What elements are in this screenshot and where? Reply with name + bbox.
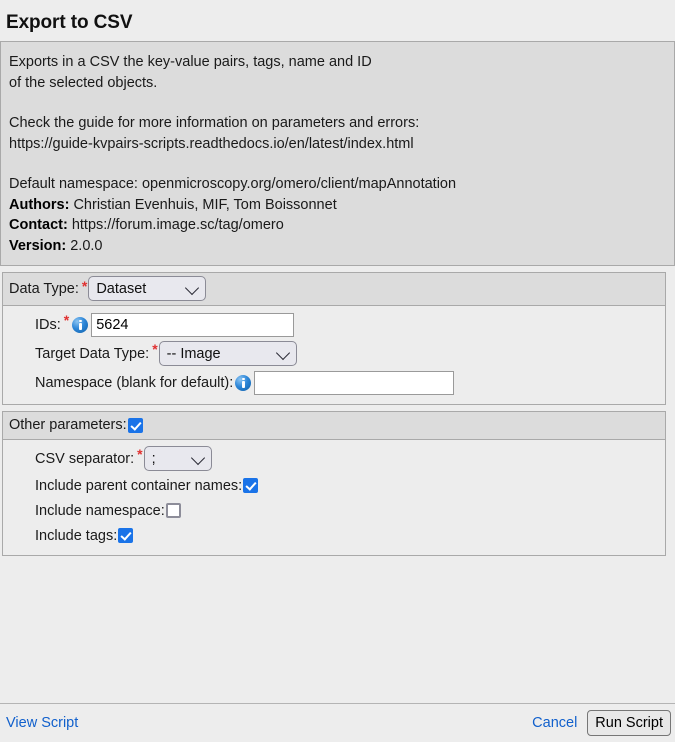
other-parameters-checkbox[interactable]	[127, 417, 143, 433]
version-line: Version: 2.0.0	[9, 236, 666, 257]
include-namespace-label: Include namespace:	[35, 502, 165, 519]
csv-separator-select[interactable]: ;	[143, 446, 212, 471]
required-marker: *	[81, 278, 88, 294]
data-type-panel: Data Type: * Dataset IDs: * Target Data …	[2, 272, 666, 405]
authors-line: Authors: Christian Evenhuis, MIF, Tom Bo…	[9, 195, 666, 216]
other-parameters-panel: Other parameters: CSV separator: * ; Inc…	[2, 411, 666, 556]
contact-line: Contact: https://forum.image.sc/tag/omer…	[9, 215, 666, 236]
data-type-panel-body: IDs: * Target Data Type: * -- Image Name…	[3, 306, 665, 404]
ids-input[interactable]	[91, 312, 295, 337]
data-type-select[interactable]: Dataset	[88, 276, 207, 301]
include-parent-checkbox[interactable]	[243, 478, 259, 493]
description-guide-line: Check the guide for more information on …	[9, 115, 420, 131]
ids-row: IDs: *	[9, 310, 659, 339]
csv-separator-label: CSV separator:	[35, 450, 135, 467]
description-line-2: of the selected objects.	[9, 74, 158, 91]
view-script-link[interactable]: View Script	[6, 715, 78, 731]
other-parameters-label: Other parameters:	[9, 417, 127, 433]
footer-bar: View Script Cancel Run Script	[0, 704, 675, 742]
target-required-marker: *	[152, 341, 158, 357]
run-script-button[interactable]: Run Script	[587, 710, 671, 736]
csv-separator-required-marker: *	[137, 446, 143, 462]
csv-separator-select-wrap[interactable]: ;	[143, 446, 212, 471]
page-title: Export to CSV	[6, 12, 133, 33]
authors-label: Authors:	[9, 196, 70, 213]
description-guide-url: https://guide-kvpairs-scripts.readthedoc…	[9, 135, 414, 152]
namespace-label: Namespace (blank for default):	[35, 374, 234, 391]
info-icon[interactable]	[235, 374, 252, 391]
other-parameters-panel-header: Other parameters:	[3, 412, 665, 440]
data-type-panel-header: Data Type: * Dataset	[3, 273, 665, 306]
version-value: 2.0.0	[66, 237, 103, 254]
other-parameters-panel-body: CSV separator: * ; Include parent contai…	[3, 440, 665, 555]
target-data-type-select-wrap[interactable]: -- Image	[158, 341, 297, 366]
namespace-row: Namespace (blank for default):	[9, 368, 659, 397]
include-tags-checkbox[interactable]	[118, 528, 134, 543]
include-parent-row: Include parent container names:	[9, 473, 659, 498]
contact-label: Contact:	[9, 217, 68, 233]
include-namespace-checkbox[interactable]	[165, 503, 181, 518]
description-line-1: Exports in a CSV the key-value pairs, ta…	[9, 54, 372, 70]
target-data-type-select[interactable]: -- Image	[158, 341, 297, 366]
data-type-select-wrap[interactable]: Dataset	[88, 276, 207, 301]
target-data-type-row: Target Data Type: * -- Image	[9, 339, 659, 368]
include-parent-label: Include parent container names:	[35, 477, 243, 494]
version-label: Version:	[9, 237, 67, 254]
description-spacer-2	[9, 154, 666, 174]
include-namespace-row: Include namespace:	[9, 498, 659, 523]
default-namespace-line: Default namespace: openmicroscopy.org/om…	[9, 176, 457, 192]
data-type-label: Data Type:	[9, 280, 79, 297]
cancel-link[interactable]: Cancel	[532, 715, 577, 731]
info-icon[interactable]	[72, 316, 89, 333]
include-tags-row: Include tags:	[9, 523, 659, 548]
ids-label: IDs:	[35, 316, 61, 333]
include-tags-label: Include tags:	[35, 527, 118, 544]
namespace-input[interactable]	[254, 370, 455, 395]
contact-value: https://forum.image.sc/tag/omero	[67, 217, 284, 233]
authors-value: Christian Evenhuis, MIF, Tom Boissonnet	[69, 196, 337, 213]
csv-separator-row: CSV separator: * ;	[9, 444, 659, 473]
script-description-panel: Exports in a CSV the key-value pairs, ta…	[0, 41, 675, 266]
target-data-type-label: Target Data Type:	[35, 345, 150, 362]
ids-required-marker: *	[63, 312, 70, 328]
